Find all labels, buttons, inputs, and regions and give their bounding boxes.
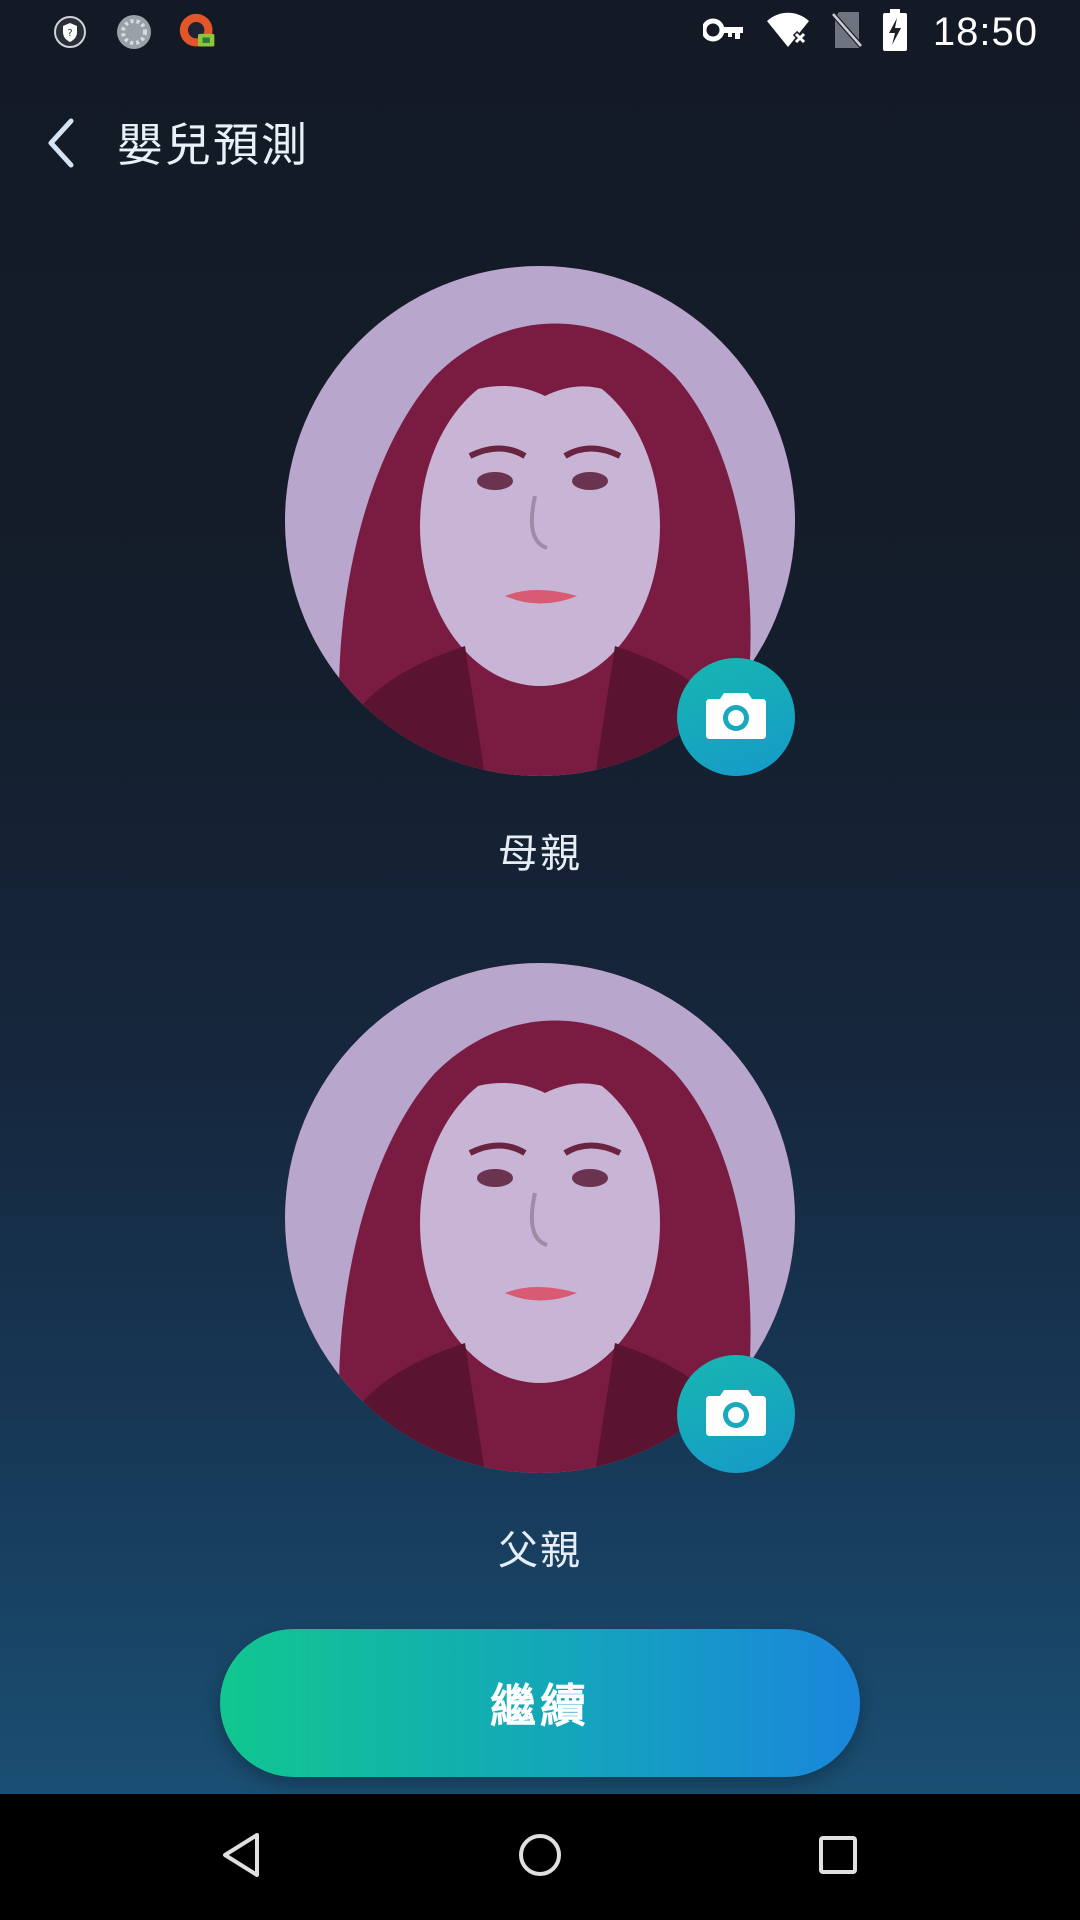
father-camera-button[interactable] [677,1355,795,1473]
no-sim-icon [831,10,863,54]
vpn-key-icon [701,17,745,47]
status-bar: ? 18:50 [0,0,1080,63]
square-recents-icon [816,1833,860,1881]
camera-icon [704,689,768,745]
father-label: 父親 [498,1528,582,1574]
triangle-back-icon [219,1831,263,1883]
vpn-app-icon [178,12,218,52]
screen: ? 18:50 嬰兒預測 母親 父親 繼續 [0,0,1080,1794]
status-right-icons: 18:50 [701,6,1038,58]
mother-card: 母親 [0,266,1080,886]
continue-button[interactable]: 繼續 [220,1629,860,1777]
nav-home-button[interactable] [507,1824,573,1890]
svg-text:?: ? [67,28,72,39]
back-button[interactable] [30,115,90,175]
mother-camera-button[interactable] [677,658,795,776]
mother-label: 母親 [498,831,582,877]
page-title: 嬰兒預測 [117,118,309,172]
circle-home-icon [516,1831,564,1883]
loading-spinner-icon [114,12,154,52]
nav-back-button[interactable] [208,1824,274,1890]
father-card: 父親 [0,963,1080,1583]
clock: 18:50 [932,9,1038,54]
toolbar: 嬰兒預測 [0,95,1080,195]
navigation-bar [0,1794,1080,1920]
status-left-icons: ? [50,9,218,55]
wifi-no-internet-icon [765,11,811,53]
camera-icon [704,1386,768,1442]
battery-charging-icon [882,9,907,55]
chevron-left-icon [43,117,77,173]
nav-recents-button[interactable] [805,1824,871,1890]
shield-app-icon: ? [50,12,90,52]
